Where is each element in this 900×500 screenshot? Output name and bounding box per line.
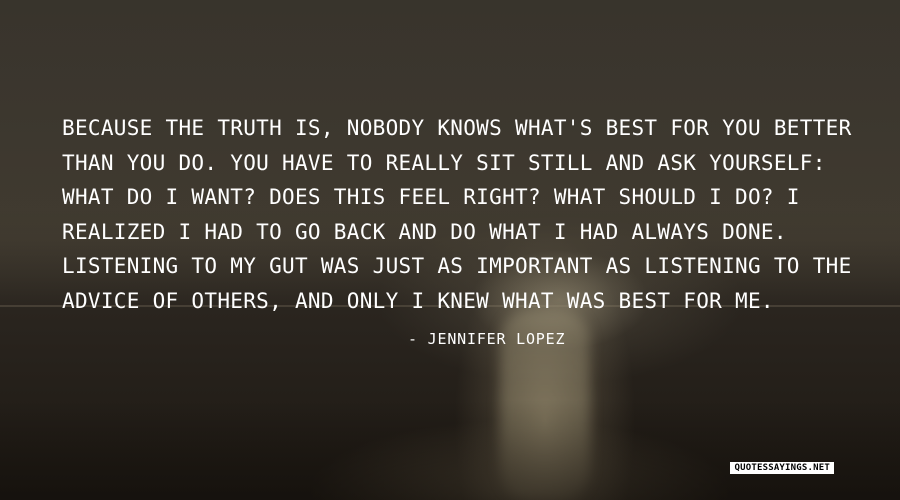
- shore-shadow: [0, 400, 900, 500]
- quote-text: Because the truth is, nobody knows what'…: [62, 116, 852, 313]
- site-watermark: quotessayings.net: [730, 462, 834, 474]
- quote-author: - Jennifer Lopez: [408, 330, 566, 348]
- quote-image: Because the truth is, nobody knows what'…: [0, 0, 900, 500]
